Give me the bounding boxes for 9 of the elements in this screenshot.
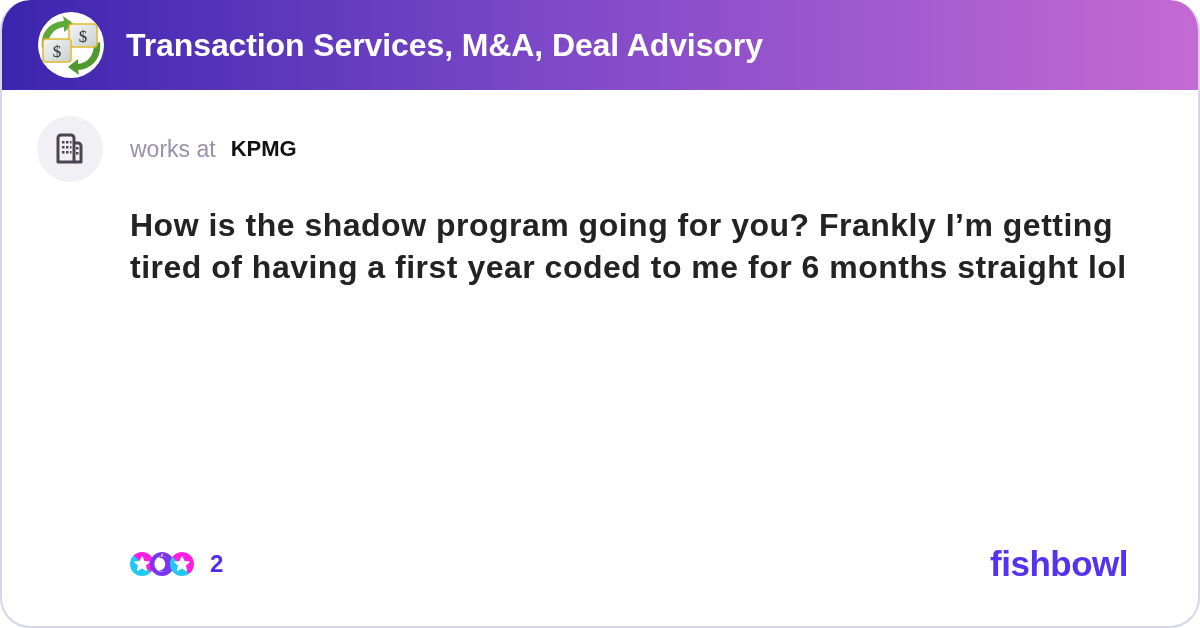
reaction-count: 2	[210, 550, 224, 578]
works-at-label: works at	[130, 135, 216, 163]
dollar-bills-logo-icon: $ $	[38, 12, 104, 78]
brand-logo: fishbowl	[990, 544, 1128, 584]
post-text: How is the shadow program going for you? Frankly I’m getting tired of having a first year coded to me for 6 months straight lol	[130, 206, 1128, 287]
star-reaction-icon	[170, 552, 194, 576]
company-name: KPMG	[230, 136, 297, 162]
building-avatar-icon	[37, 116, 103, 182]
channel-title: Transaction Services, M&A, Deal Advisory	[126, 26, 763, 64]
